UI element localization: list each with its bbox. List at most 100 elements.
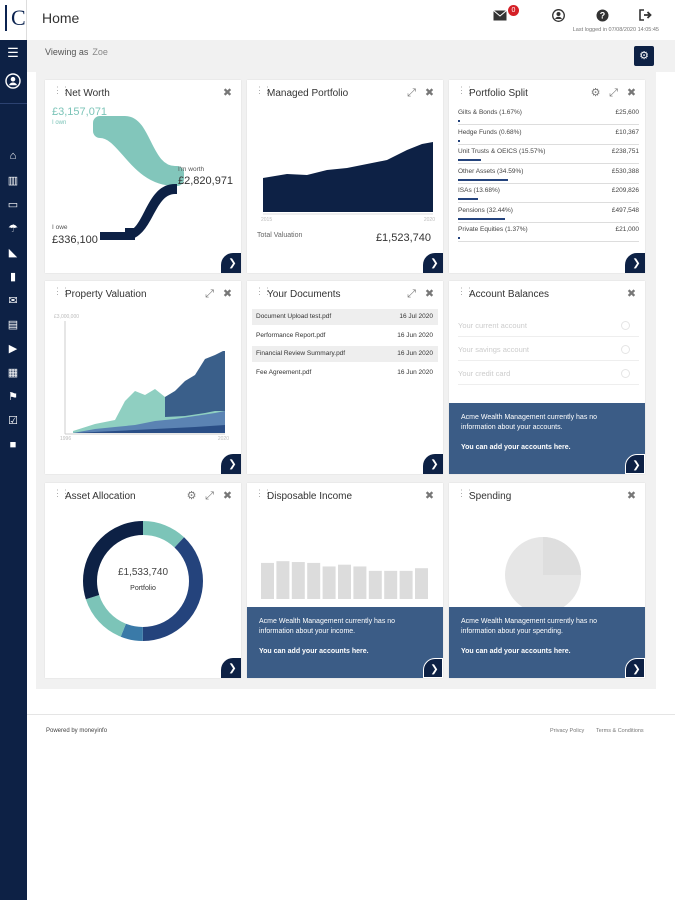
document-date: 16 Jun 2020 <box>397 350 433 357</box>
pv-y-top: £3,000,000 <box>54 314 80 320</box>
no-accounts-message: Acme Wealth Management currently has no … <box>461 414 598 431</box>
split-value: £25,600 <box>615 109 640 116</box>
document-row[interactable]: Financial Review Summary.pdf 16 Jun 2020 <box>252 346 438 362</box>
flag-icon[interactable]: ⚑ <box>5 390 21 404</box>
owns-value: £3,157,071 <box>52 106 108 118</box>
open-widget-button[interactable]: ❯ <box>423 253 443 273</box>
split-bar <box>458 198 478 200</box>
add-accounts-link[interactable]: You can add your accounts here. <box>461 444 571 451</box>
add-accounts-link[interactable]: You can add your accounts here. <box>461 648 571 655</box>
drag-handle-icon[interactable]: ⋮⋮ <box>457 86 474 99</box>
calendar-icon[interactable]: ▦ <box>5 366 21 380</box>
video-icon[interactable]: ▶ <box>5 342 21 356</box>
allocation-center-label: Portfolio <box>130 585 156 592</box>
open-widget-button[interactable]: ❯ <box>625 253 645 273</box>
briefcase-icon[interactable]: ■ <box>5 438 21 452</box>
bank-icon[interactable]: ▥ <box>5 174 21 188</box>
user-circle-icon[interactable] <box>5 73 21 89</box>
logout-icon[interactable] <box>637 9 653 25</box>
dashboard-icon[interactable]: ⌂ <box>5 149 21 163</box>
open-widget-button[interactable]: ❯ <box>221 658 241 678</box>
viewing-as-user: Zoe <box>92 47 108 57</box>
close-icon[interactable]: ✖ <box>221 288 234 301</box>
close-icon[interactable]: ✖ <box>423 490 436 503</box>
document-row[interactable]: Performance Report.pdf 16 Jun 2020 <box>252 328 438 344</box>
dashboard-settings-button[interactable]: ⚙ <box>634 46 654 66</box>
split-row[interactable]: Other Assets (34.59%) £530,388 <box>458 165 639 184</box>
bar-chart-icon[interactable]: ▮ <box>5 270 21 284</box>
open-widget-button[interactable]: ❯ <box>423 454 443 474</box>
area-chart-icon[interactable]: ◣ <box>5 246 21 260</box>
split-label: Unit Trusts & OEICS (15.57%) <box>458 148 546 155</box>
document-row[interactable]: Document Upload test.pdf 16 Jul 2020 <box>252 309 438 325</box>
close-icon[interactable]: ✖ <box>625 490 638 503</box>
chevron-right-icon: ❯ <box>632 460 641 471</box>
close-icon[interactable]: ✖ <box>221 490 234 503</box>
umbrella-icon[interactable]: ☂ <box>5 222 21 236</box>
drag-handle-icon[interactable]: ⋮⋮ <box>53 287 70 300</box>
income-bar <box>338 564 351 599</box>
chevron-right-icon: ❯ <box>228 663 237 674</box>
worth-value: £2,820,971 <box>178 175 234 187</box>
open-widget-button[interactable]: ❯ <box>625 658 645 678</box>
checklist-icon[interactable]: ☑ <box>5 414 21 428</box>
split-row[interactable]: Hedge Funds (0.68%) £10,367 <box>458 126 639 145</box>
gear-icon[interactable]: ⚙ <box>185 490 198 503</box>
property-valuation-title: Property Valuation <box>65 289 147 300</box>
close-icon[interactable]: ✖ <box>625 87 638 100</box>
open-widget-button[interactable]: ❯ <box>221 454 241 474</box>
mail-nav-icon[interactable]: ✉ <box>5 294 21 308</box>
privacy-policy-link[interactable]: Privacy Policy <box>550 728 584 734</box>
document-icon[interactable]: ▤ <box>5 318 21 332</box>
expand-icon[interactable]: ⤢ <box>405 288 418 301</box>
brand-logo[interactable]: C <box>5 5 26 31</box>
cards-icon[interactable]: ▭ <box>5 198 21 212</box>
documents-title: Your Documents <box>267 289 341 300</box>
portfolio-split-title: Portfolio Split <box>469 88 528 99</box>
drag-handle-icon[interactable]: ⋮⋮ <box>457 287 474 300</box>
split-row[interactable]: Private Equities (1.37%) £21,000 <box>458 223 639 242</box>
income-bar <box>307 562 321 599</box>
drag-handle-icon[interactable]: ⋮⋮ <box>255 86 272 99</box>
gear-icon[interactable]: ⚙ <box>589 87 602 100</box>
open-widget-button[interactable]: ❯ <box>221 253 241 273</box>
split-row[interactable]: Unit Trusts & OEICS (15.57%) £238,751 <box>458 145 639 164</box>
open-widget-button[interactable]: ❯ <box>423 658 443 678</box>
split-value: £209,826 <box>611 187 639 194</box>
document-name: Financial Review Summary.pdf <box>256 350 346 357</box>
expand-icon[interactable]: ⤢ <box>607 87 620 100</box>
income-bar <box>291 562 305 599</box>
spending-placeholder-chart <box>505 537 581 607</box>
drag-handle-icon[interactable]: ⋮⋮ <box>255 489 272 502</box>
mp-x-end: 2020 <box>423 217 435 223</box>
worth-label: I'm worth <box>178 166 205 173</box>
close-icon[interactable]: ✖ <box>423 288 436 301</box>
document-row[interactable]: Fee Agreement.pdf 16 Jun 2020 <box>252 365 438 381</box>
income-bar <box>276 561 290 599</box>
open-widget-button[interactable]: ❯ <box>625 454 645 474</box>
close-icon[interactable]: ✖ <box>625 288 638 301</box>
expand-icon[interactable]: ⤢ <box>203 490 216 503</box>
split-label: ISAs (13.68%) <box>458 187 500 194</box>
mail-icon[interactable] <box>492 9 508 25</box>
split-bar <box>458 139 460 142</box>
close-icon[interactable]: ✖ <box>423 87 436 100</box>
terms-link[interactable]: Terms & Conditions <box>596 728 644 734</box>
drag-handle-icon[interactable]: ⋮⋮ <box>255 287 272 300</box>
expand-icon[interactable]: ⤢ <box>203 288 216 301</box>
split-row[interactable]: Gilts & Bonds (1.67%) £25,600 <box>458 106 639 125</box>
help-icon[interactable]: ? <box>594 9 610 25</box>
add-accounts-link[interactable]: You can add your accounts here. <box>259 648 369 655</box>
viewing-as-label: Viewing as <box>45 47 89 57</box>
split-row[interactable]: ISAs (13.68%) £209,826 <box>458 184 639 203</box>
asset-allocation-title: Asset Allocation <box>65 491 136 502</box>
split-row[interactable]: Pensions (32.44%) £497,548 <box>458 204 639 223</box>
split-label: Other Assets (34.59%) <box>458 167 524 175</box>
document-name: Document Upload test.pdf <box>256 313 332 320</box>
chevron-right-icon: ❯ <box>632 664 641 675</box>
expand-icon[interactable]: ⤢ <box>405 87 418 100</box>
account-icon[interactable] <box>550 9 566 25</box>
drag-handle-icon[interactable]: ⋮⋮ <box>53 489 70 502</box>
drag-handle-icon[interactable]: ⋮⋮ <box>457 489 474 502</box>
menu-icon[interactable]: ☰ <box>5 46 21 60</box>
